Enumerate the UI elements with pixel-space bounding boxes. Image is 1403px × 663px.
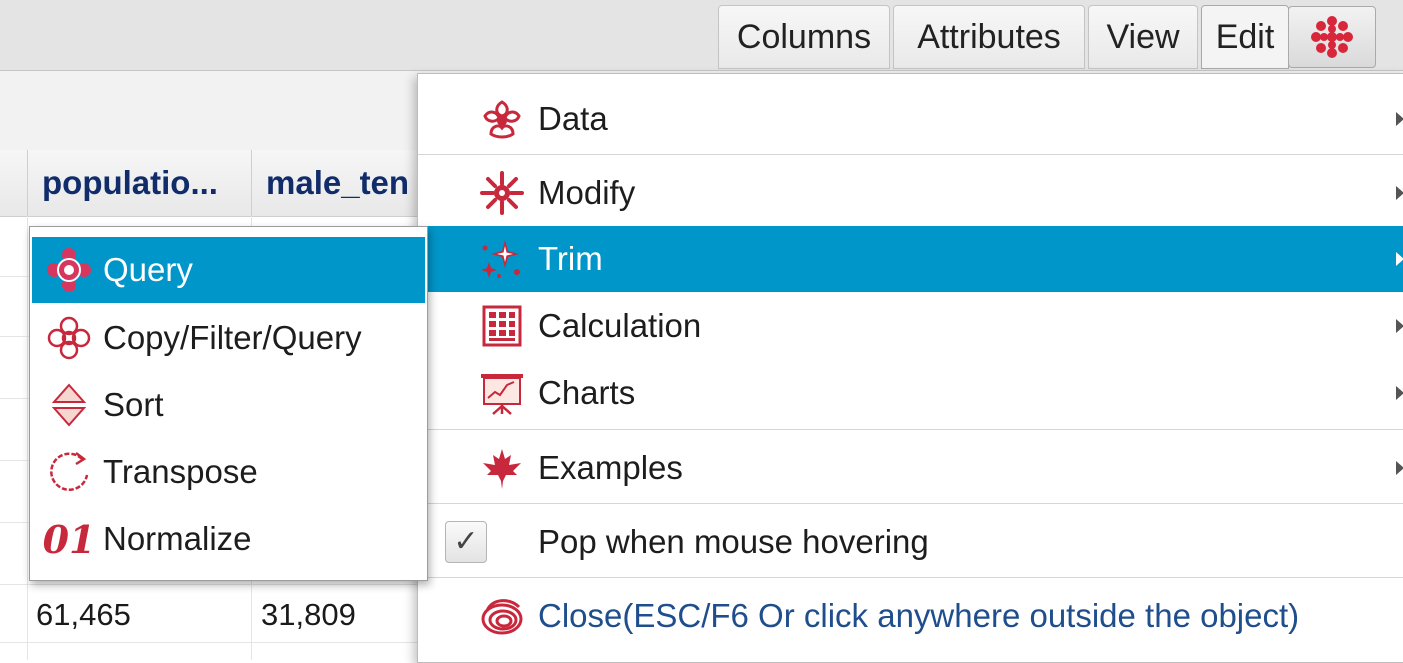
abacus-icon: [478, 302, 526, 350]
submenu-item-label: Query: [103, 251, 193, 288]
submenu-item-query[interactable]: Query: [32, 237, 425, 303]
trim-submenu: Query Copy/Filter/Query Sort Transpose 0…: [29, 226, 428, 581]
menu-item-label: Modify: [538, 174, 636, 211]
top-toolbar: Columns Attributes View Edit: [0, 0, 1403, 71]
tab-attributes[interactable]: Attributes: [893, 5, 1085, 69]
submenu-arrow-icon: [1396, 461, 1403, 475]
data-flower-icon: [478, 95, 526, 143]
menu-item-trim[interactable]: Trim: [428, 226, 1403, 292]
table-cell[interactable]: 61,465: [36, 590, 131, 640]
submenu-arrow-icon: [1396, 252, 1403, 266]
submenu-item-label: Normalize: [103, 520, 252, 557]
normalize-icon: 01: [42, 516, 96, 562]
menu-item-modify[interactable]: Modify: [428, 160, 1403, 226]
table-cell[interactable]: 31,809: [261, 590, 356, 640]
submenu-item-copy-filter-query[interactable]: Copy/Filter/Query: [32, 305, 425, 371]
submenu-arrow-icon: [1396, 186, 1403, 200]
menu-item-label: Pop when mouse hovering: [538, 523, 929, 560]
submenu-item-label: Transpose: [103, 453, 258, 490]
sparkle-icon: [478, 235, 526, 283]
menu-item-label: Data: [538, 100, 608, 137]
sort-icon: [44, 380, 94, 430]
submenu-arrow-icon: [1396, 112, 1403, 126]
submenu-item-label: Sort: [103, 386, 164, 423]
context-menu: Data Modify Trim Calculation Charts Exam…: [417, 73, 1403, 663]
close-spiral-icon: [478, 592, 526, 640]
menu-item-pop-hover[interactable]: ✓ Pop when mouse hovering: [428, 509, 1403, 575]
maple-leaf-icon: [478, 444, 526, 492]
flower-menu-button[interactable]: [1288, 6, 1376, 68]
submenu-item-transpose[interactable]: Transpose: [32, 439, 425, 505]
tab-view[interactable]: View: [1088, 5, 1198, 69]
submenu-item-normalize[interactable]: 01 Normalize: [32, 506, 425, 572]
column-header-male[interactable]: male_ten: [251, 150, 421, 216]
tab-edit[interactable]: Edit: [1201, 5, 1289, 69]
menu-item-label: Calculation: [538, 307, 702, 344]
menu-item-label: Examples: [538, 449, 683, 486]
column-header-population[interactable]: populatio...: [27, 150, 251, 216]
submenu-item-label: Copy/Filter/Query: [103, 319, 362, 356]
menu-item-label: Close(ESC/F6 Or click anywhere outside t…: [538, 597, 1300, 634]
presentation-chart-icon: [478, 369, 526, 417]
menu-item-examples[interactable]: Examples: [428, 435, 1403, 501]
menu-item-calculation[interactable]: Calculation: [428, 293, 1403, 359]
modify-flower-icon: [478, 169, 526, 217]
flower-outline-icon: [44, 313, 94, 363]
pop-hover-checkbox[interactable]: ✓: [445, 521, 487, 563]
submenu-arrow-icon: [1396, 319, 1403, 333]
menu-item-charts[interactable]: Charts: [428, 360, 1403, 426]
tab-columns[interactable]: Columns: [718, 5, 890, 69]
flower-icon: [1311, 16, 1353, 58]
menu-item-label: Trim: [538, 240, 603, 277]
menu-item-label: Charts: [538, 374, 636, 411]
query-ornament-icon: [44, 245, 94, 295]
menu-item-data[interactable]: Data: [428, 86, 1403, 152]
submenu-item-sort[interactable]: Sort: [32, 372, 425, 438]
submenu-arrow-icon: [1396, 386, 1403, 400]
menu-item-close[interactable]: Close(ESC/F6 Or click anywhere outside t…: [428, 583, 1403, 649]
transpose-icon: [44, 447, 94, 497]
